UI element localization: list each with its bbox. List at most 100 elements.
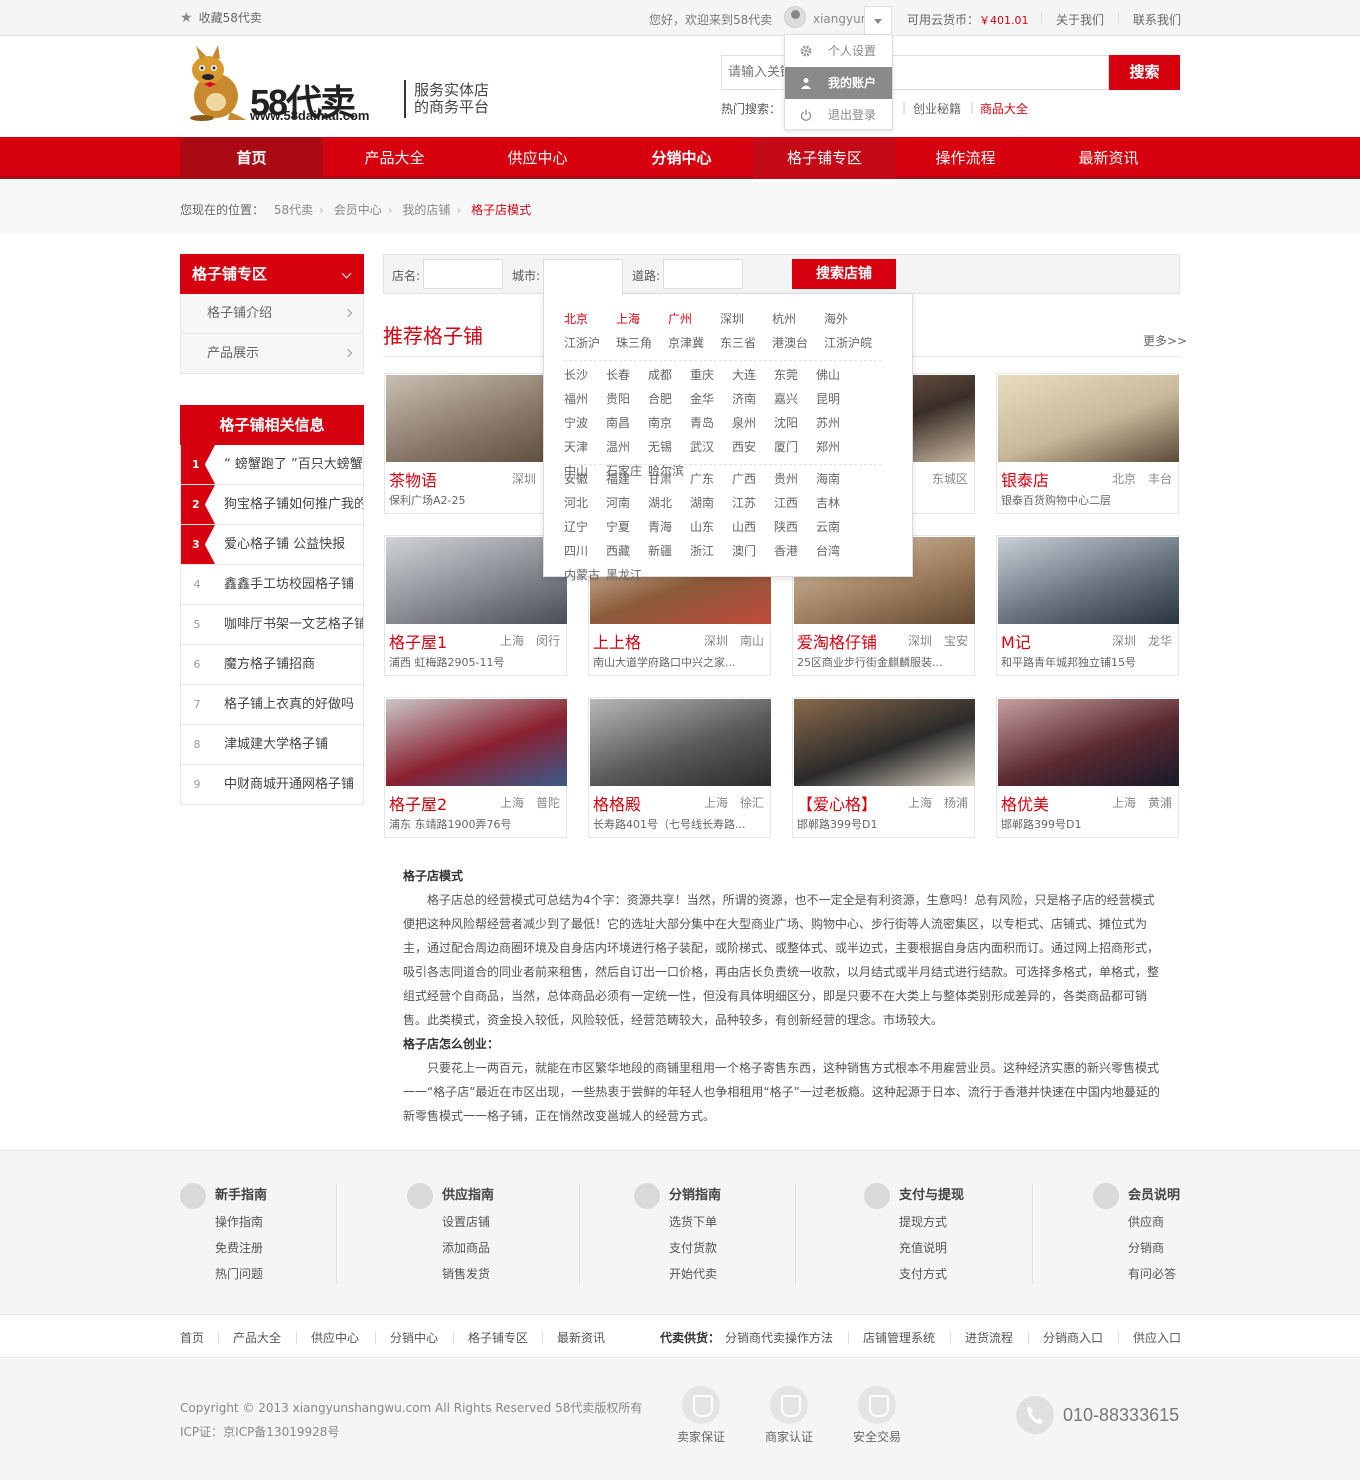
city-option[interactable]: 北京 — [564, 307, 616, 331]
city-option[interactable]: 山东 — [690, 515, 732, 539]
footer-link[interactable]: 销售发货 — [407, 1261, 494, 1287]
city-option[interactable]: 江苏 — [732, 491, 774, 515]
related-item-label[interactable]: 爱心格子铺 公益快报 — [224, 525, 345, 564]
city-option[interactable]: 南京 — [648, 411, 690, 435]
daimai-link[interactable]: 店铺管理系统 — [863, 1329, 935, 1346]
footer-link[interactable]: 开始代卖 — [634, 1261, 721, 1287]
city-option[interactable]: 京津冀 — [668, 331, 720, 355]
daimai-link[interactable]: 分销商代卖操作方法 — [725, 1329, 833, 1346]
shop-name[interactable]: 格优美 — [1001, 791, 1049, 815]
city-option[interactable]: 贵州 — [774, 467, 816, 491]
shop-photo[interactable] — [998, 699, 1179, 786]
city-option[interactable]: 湖南 — [690, 491, 732, 515]
city-option[interactable]: 郑州 — [816, 435, 858, 459]
shop-card[interactable]: M记 深圳 龙华 和平路青年城邦独立铺15号 — [996, 535, 1179, 676]
city-option[interactable]: 苏州 — [816, 411, 858, 435]
hot-search-link[interactable]: 创业秘籍 — [913, 100, 961, 117]
city-option[interactable]: 安徽 — [564, 467, 606, 491]
shop-name[interactable]: 爱淘格仔铺 — [797, 629, 877, 653]
shop-name[interactable]: 茶物语 — [389, 467, 437, 491]
search-input[interactable] — [722, 56, 1108, 89]
related-item[interactable]: 2 狗宝格子铺如何推广我的 — [180, 485, 364, 525]
city-option[interactable]: 西藏 — [606, 539, 648, 563]
sidebar-title[interactable]: 格子铺专区 — [180, 254, 364, 294]
nav-home[interactable]: 首页 — [180, 137, 323, 179]
favorite-label[interactable]: 收藏58代卖 — [199, 11, 262, 25]
city-option[interactable]: 上海 — [616, 307, 668, 331]
nav-news[interactable]: 最新资讯 — [1037, 137, 1180, 179]
related-item[interactable]: 7 格子铺上衣真的好做吗 — [180, 685, 364, 725]
city-option[interactable]: 黑龙江 — [606, 563, 648, 587]
shop-card[interactable]: 格优美 上海 黄浦 邯郸路399号D1 — [996, 697, 1179, 838]
city-option[interactable]: 广州 — [668, 307, 720, 331]
nav-products[interactable]: 产品大全 — [323, 137, 466, 179]
city-option[interactable]: 宁夏 — [606, 515, 648, 539]
city-option[interactable]: 大连 — [732, 363, 774, 387]
favorite-link[interactable]: ★ 收藏58代卖 — [180, 9, 262, 26]
nav-distribution[interactable]: 分销中心 — [610, 137, 753, 179]
avatar[interactable] — [784, 6, 806, 28]
footer-link[interactable]: 操作指南 — [180, 1209, 267, 1235]
sidebar-item-intro[interactable]: 格子铺介绍 — [180, 294, 364, 334]
city-option[interactable]: 杭州 — [772, 307, 824, 331]
nav-gezipu[interactable]: 格子铺专区 — [753, 137, 896, 179]
shop-name[interactable]: 上上格 — [593, 629, 641, 653]
city-option[interactable]: 云南 — [816, 515, 858, 539]
shop-name[interactable]: 格子屋1 — [389, 629, 447, 653]
city-option[interactable]: 江浙沪 — [564, 331, 616, 355]
city-option[interactable]: 福建 — [606, 467, 648, 491]
city-option[interactable]: 东莞 — [774, 363, 816, 387]
city-option[interactable]: 澳门 — [732, 539, 774, 563]
hot-search-link[interactable]: 商品大全 — [980, 100, 1028, 117]
city-option[interactable]: 陕西 — [774, 515, 816, 539]
city-option[interactable]: 山西 — [732, 515, 774, 539]
related-item-label[interactable]: 鑫鑫手工坊校园格子铺 — [224, 565, 354, 604]
footer-link[interactable]: 添加商品 — [407, 1235, 494, 1261]
city-option[interactable]: 长沙 — [564, 363, 606, 387]
city-option[interactable]: 青岛 — [690, 411, 732, 435]
city-option[interactable]: 沈阳 — [774, 411, 816, 435]
shop-photo[interactable] — [998, 375, 1179, 462]
city-option[interactable]: 新疆 — [648, 539, 690, 563]
footer-link[interactable]: 支付货款 — [634, 1235, 721, 1261]
shop-card[interactable]: 格子屋1 上海 闵行 浦西 虹梅路2905-11号 — [384, 535, 567, 676]
shop-name[interactable]: M记 — [1001, 629, 1031, 653]
related-item-label[interactable]: 中财商城开通网格子铺 — [224, 765, 354, 804]
city-option[interactable]: 台湾 — [816, 539, 858, 563]
city-option[interactable]: 嘉兴 — [774, 387, 816, 411]
city-option[interactable]: 湖北 — [648, 491, 690, 515]
related-item[interactable]: 6 魔方格子铺招商 — [180, 645, 364, 685]
footer-link[interactable]: 供应商 — [1093, 1209, 1180, 1235]
daimai-link[interactable]: 分销商入口 — [1043, 1329, 1103, 1346]
city-option[interactable]: 宁波 — [564, 411, 606, 435]
nav-supply[interactable]: 供应中心 — [466, 137, 609, 179]
city-option[interactable]: 江西 — [774, 491, 816, 515]
footer-link[interactable]: 热门问题 — [180, 1261, 267, 1287]
related-item[interactable]: 3 爱心格子铺 公益快报 — [180, 525, 364, 565]
city-option[interactable]: 辽宁 — [564, 515, 606, 539]
badge-safe-trade[interactable]: 安全交易 — [847, 1386, 907, 1445]
shop-card[interactable]: 茶物语 深圳 南保利广场A2-25 — [384, 373, 567, 514]
shop-card[interactable]: 格子屋2 上海 普陀 浦东 东靖路1900弄76号 — [384, 697, 567, 838]
badge-merchant-cert[interactable]: 商家认证 — [759, 1386, 819, 1445]
city-select[interactable] — [543, 259, 623, 295]
related-item-label[interactable]: 咖啡厅书架一文艺格子铺 — [224, 605, 363, 644]
related-item-label[interactable]: 津城建大学格子铺 — [224, 725, 328, 764]
city-option[interactable]: 广东 — [690, 467, 732, 491]
shop-name[interactable]: 银泰店 — [1001, 467, 1049, 491]
badge-seller-guarantee[interactable]: 卖家保证 — [671, 1386, 731, 1445]
city-option[interactable]: 武汉 — [690, 435, 732, 459]
shop-photo[interactable] — [998, 537, 1179, 624]
shop-name[interactable]: 【爱心格】 — [797, 791, 877, 815]
menu-item-logout[interactable]: 退出登录 — [785, 99, 892, 131]
city-option[interactable]: 无锡 — [648, 435, 690, 459]
city-option[interactable]: 佛山 — [816, 363, 858, 387]
city-option[interactable]: 海外 — [824, 307, 876, 331]
city-option[interactable]: 广西 — [732, 467, 774, 491]
city-option[interactable]: 港澳台 — [772, 331, 824, 355]
about-link[interactable]: 关于我们 — [1056, 11, 1104, 28]
footer-nav-link[interactable]: 产品大全 — [233, 1329, 281, 1346]
city-option[interactable]: 江浙沪皖 — [824, 331, 876, 355]
related-item-label[interactable]: “ 螃蟹跑了 ”百只大螃蟹 — [224, 445, 363, 484]
city-option[interactable]: 青海 — [648, 515, 690, 539]
